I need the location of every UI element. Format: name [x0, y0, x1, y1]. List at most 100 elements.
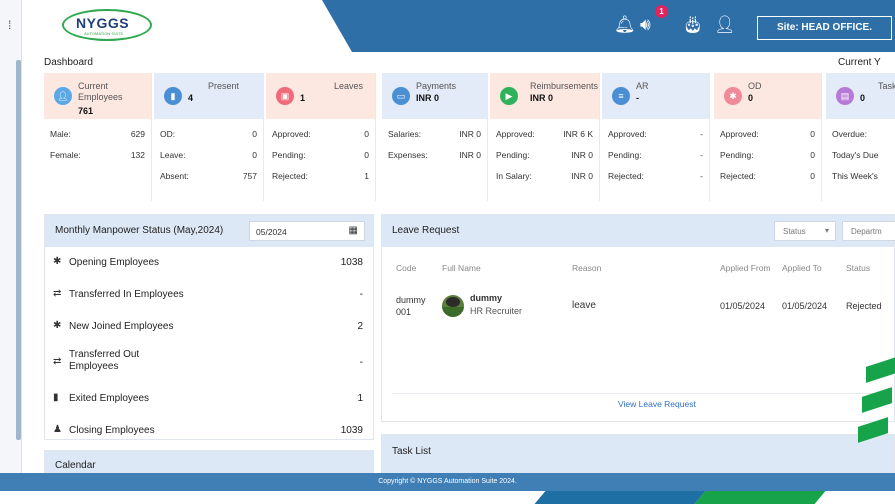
card-header: ▮ Present 4	[154, 73, 263, 119]
department-filter-select[interactable]: Departm	[842, 221, 895, 241]
leave-request-panel: Leave Request Status ▾ Departm Code Full…	[381, 214, 895, 422]
card-row: This Week's	[832, 170, 878, 181]
card-row: Approved: INR 6 K	[496, 128, 593, 139]
card-row: Expenses: INR 0	[388, 149, 481, 160]
footer: Copyright © NYGGS Automation Suite 2024.	[0, 473, 895, 491]
nyggs-logo[interactable]: NYGGS AUTOMATION SUITE	[62, 9, 154, 43]
leave-request-header: Leave Request Status ▾ Departm	[382, 215, 895, 247]
card-row: Pending: 0	[272, 149, 369, 160]
calendar-icon[interactable]: ▦	[349, 225, 358, 236]
month-value: 05/2024	[256, 227, 287, 237]
birthday-cake-icon[interactable]: 🎂︎	[682, 16, 704, 34]
avatar	[442, 295, 464, 317]
column-header-code: Code	[396, 263, 417, 273]
task-list-panel: Task List	[381, 434, 895, 474]
card-row: Absent: 757	[160, 170, 257, 181]
card-value: 4	[188, 93, 194, 103]
manpower-row-new-joined[interactable]: ✱ New Joined Employees 2	[45, 311, 373, 343]
copyright-text: Copyright © NYGGS Automation Suite 2024.	[378, 478, 517, 485]
users-icon: ✱	[53, 256, 62, 267]
calendar-title: Calendar	[55, 460, 96, 471]
manpower-panel: Monthly Manpower Status (May,2024) 05/20…	[44, 214, 374, 440]
status-filter-select[interactable]: Status ▾	[774, 221, 836, 241]
card-payments[interactable]: ▭ Payments INR 0 Salaries: INR 0 Expenses…	[382, 73, 488, 201]
card-label: Task	[878, 81, 895, 91]
manpower-row-transferred-out[interactable]: ⇄ Transferred Out Employees -	[45, 343, 373, 383]
chevron-down-icon: ▾	[824, 226, 829, 235]
card-row: Rejected: 0	[720, 170, 815, 181]
summary-cards: 👤︎ Current Employees 761 Male: 629 Female…	[44, 73, 895, 203]
card-task[interactable]: ▤ Task 0 Overdue: Today's Due This Week'…	[826, 73, 895, 201]
card-row: Pending: INR 0	[496, 149, 593, 160]
logo-tagline: AUTOMATION SUITE	[84, 31, 124, 36]
view-leave-request-link[interactable]: View Leave Request	[618, 399, 696, 409]
card-header: ▣ Leaves 1	[266, 73, 375, 119]
column-header-reason: Reason	[572, 263, 602, 273]
card-header: ▤ Task 0	[826, 73, 895, 119]
card-header: 👤︎ Current Employees 761	[44, 73, 151, 119]
task-list-title: Task List	[392, 446, 431, 457]
row-employee-name: dummy	[470, 293, 503, 303]
runner-icon: ✱	[724, 87, 742, 105]
speaker-icon[interactable]: 🔊︎	[640, 16, 651, 34]
users-icon: ✱	[53, 320, 62, 331]
divider	[392, 393, 886, 394]
page-title: Dashboard	[44, 57, 93, 68]
transfer-icon: ⇄	[53, 288, 62, 299]
card-header: ✱ OD 0	[714, 73, 821, 119]
manpower-row-transferred-in[interactable]: ⇄ Transferred In Employees -	[45, 279, 373, 311]
top-navigation-bar: NYGGS AUTOMATION SUITE 🔔︎ 🔊︎ 1 🎂︎ 👤︎ Sit…	[22, 0, 895, 52]
card-label: Present	[208, 81, 240, 91]
row-applied-from: 01/05/2024	[720, 301, 766, 311]
card-present[interactable]: ▮ Present 4 OD: 0 Leave: 0 Absent: 757	[154, 73, 264, 201]
logo-area: NYGGS AUTOMATION SUITE	[22, 0, 352, 52]
column-header-applied-to: Applied To	[782, 263, 822, 273]
card-row: Pending: -	[608, 149, 703, 160]
site-selector-button[interactable]: Site: HEAD OFFICE.	[757, 16, 892, 40]
card-row: Salaries: INR 0	[388, 128, 481, 139]
column-header-full-name: Full Name	[442, 263, 481, 273]
manpower-row-closing[interactable]: ♟ Closing Employees 1039	[45, 415, 373, 447]
card-label: OD	[748, 81, 762, 91]
card-row: Male: 629	[50, 128, 145, 139]
decorative-stripe	[534, 491, 706, 504]
column-header-status: Status	[846, 263, 871, 273]
manpower-row-opening[interactable]: ✱ Opening Employees 1038	[45, 247, 373, 279]
logo-name: NYGGS	[76, 15, 130, 31]
transfer-icon: ⇄	[53, 356, 62, 367]
card-reimbursements[interactable]: ▶ Reimbursements INR 0 Approved: INR 6 K …	[490, 73, 600, 201]
card-value: -	[636, 93, 639, 103]
row-applied-to: 01/05/2024	[782, 301, 828, 311]
card-row: Rejected: 1	[272, 170, 369, 181]
card-od[interactable]: ✱ OD 0 Approved: 0 Pending: 0 Rejected: 0	[714, 73, 822, 201]
card-value: 761	[78, 106, 94, 116]
card-value: INR 0	[530, 93, 554, 103]
sidebar-scrollbar[interactable]	[16, 60, 21, 440]
exit-icon: ▮	[53, 392, 59, 403]
left-sidebar-strip: ⁞	[0, 0, 22, 504]
card-row: Leave: 0	[160, 149, 257, 160]
card-row: Overdue:	[832, 128, 867, 139]
column-header-applied-from: Applied From	[720, 263, 771, 273]
card-row: Approved: 0	[720, 128, 815, 139]
card-value: 0	[748, 93, 754, 103]
card-row: Pending: 0	[720, 149, 815, 160]
card-current-employees[interactable]: 👤︎ Current Employees 761 Male: 629 Female…	[44, 73, 152, 201]
card-row: Today's Due	[832, 149, 879, 160]
card-ar[interactable]: ≡ AR - Approved: - Pending: - Rejected: -	[602, 73, 710, 201]
document-icon: ≡	[612, 87, 630, 105]
menu-dots-icon[interactable]: ⁞	[8, 19, 11, 31]
card-row: In Salary: INR 0	[496, 170, 593, 181]
bell-icon[interactable]: 🔔︎	[614, 16, 636, 34]
user-profile-icon[interactable]: 👤︎	[714, 16, 736, 34]
manpower-title: Monthly Manpower Status (May,2024)	[55, 225, 224, 236]
card-value: 1	[300, 93, 306, 103]
notification-badge: 1	[655, 5, 668, 18]
month-picker-input[interactable]: 05/2024 ▦	[249, 221, 365, 241]
row-code-line2: 001	[396, 307, 412, 317]
card-row: Female: 132	[50, 149, 145, 160]
manpower-row-exited[interactable]: ▮ Exited Employees 1	[45, 383, 373, 415]
card-leaves[interactable]: ▣ Leaves 1 Approved: 0 Pending: 0 Rejected…	[266, 73, 376, 201]
card-row: Approved: 0	[272, 128, 369, 139]
card-row: OD: 0	[160, 128, 257, 139]
